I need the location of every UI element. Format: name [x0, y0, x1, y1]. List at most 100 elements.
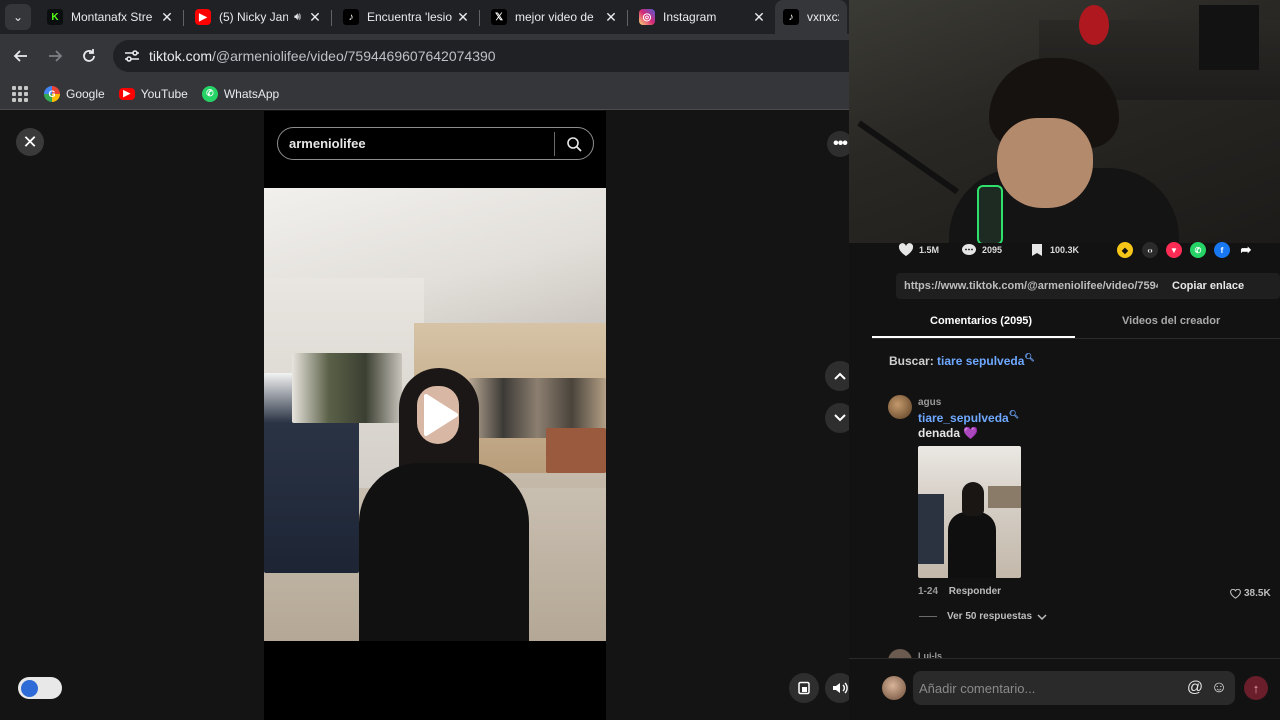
comment-like-button[interactable]: 38.5K — [1230, 588, 1271, 599]
bookmark-label: WhatsApp — [223, 86, 280, 101]
thumbnail-rack — [918, 494, 944, 564]
search-suggestion[interactable]: Buscar: tiare sepulveda🔍︎ — [889, 353, 1035, 368]
share-arrow-icon[interactable]: ➦ — [1238, 242, 1254, 258]
facebook-icon[interactable]: f — [1214, 242, 1230, 258]
bookmark-icon — [1029, 242, 1045, 258]
comment-input-row: Añadir comentario... @ ☺ ↑ — [849, 658, 1280, 720]
browser-tab[interactable]: K Montanafx Stre ✕ — [35, 1, 183, 33]
search-small-icon: 🔍︎ — [1008, 410, 1019, 419]
address-bar[interactable]: tiktok.com/@armeniolifee/video/759446960… — [113, 40, 873, 72]
whatsapp-icon[interactable]: ✆ — [1190, 242, 1206, 258]
instagram-icon: ◎ — [639, 9, 655, 25]
apps-grid-icon[interactable] — [10, 84, 30, 104]
heart-icon — [898, 242, 914, 258]
tiktok-icon: ♪ — [783, 9, 799, 25]
video-column: armeniolifee — [264, 111, 606, 720]
reply-button[interactable]: Responder — [949, 586, 1001, 597]
chevron-up-icon — [834, 372, 846, 380]
bookmark-youtube[interactable]: ▶ YouTube — [118, 86, 188, 101]
share-link-bar: https://www.tiktok.com/@armeniolifee/vid… — [896, 273, 1280, 299]
display-table — [546, 428, 606, 473]
screen: ⌄ K Montanafx Stre ✕ ▶ (5) Nicky Jan 🔊︎ … — [0, 0, 1280, 720]
bookmark-google[interactable]: G Google — [44, 85, 105, 102]
view-replies-label: Ver 50 respuestas — [947, 611, 1033, 622]
avatar[interactable] — [882, 676, 906, 700]
bookmark-whatsapp[interactable]: ✆ WhatsApp — [201, 85, 280, 102]
search-suggestion-query[interactable]: tiare sepulveda — [937, 354, 1024, 368]
mic-arm — [857, 120, 960, 195]
back-arrow-icon — [13, 50, 27, 62]
tab-close-icon[interactable]: ✕ — [751, 9, 767, 26]
browser-tab-active[interactable]: ♪ vxnxcxo — [775, 0, 847, 34]
browser-tab-bar: ⌄ K Montanafx Stre ✕ ▶ (5) Nicky Jan 🔊︎ … — [0, 0, 849, 34]
tab-creator-videos[interactable]: Videos del creador — [1122, 315, 1220, 327]
view-replies-button[interactable]: Ver 50 respuestas — [919, 611, 1047, 622]
comment-icon — [961, 242, 977, 258]
comments-stat[interactable]: 2095 — [961, 242, 1002, 258]
share-link-text[interactable]: https://www.tiktok.com/@armeniolifee/vid… — [896, 280, 1158, 292]
bookmark-label: Google — [66, 86, 105, 101]
copy-link-button[interactable]: Copiar enlace — [1158, 280, 1244, 292]
mention-text[interactable]: tiare_sepulveda — [918, 411, 1009, 425]
close-button[interactable]: ✕ — [16, 128, 44, 156]
volume-icon — [833, 682, 848, 694]
webcam-overlay — [849, 0, 1280, 243]
purple-heart-emoji: 💜 — [963, 426, 979, 440]
browser-toolbar: tiktok.com/@armeniolifee/video/759446960… — [0, 34, 873, 78]
tab-title: Montanafx Stre — [71, 10, 153, 24]
tab-title: vxnxcxo — [807, 10, 839, 24]
comment-body: denada — [918, 426, 961, 440]
saves-stat[interactable]: 100.3K — [1029, 242, 1079, 258]
likes-stat[interactable]: 1.5M — [898, 242, 939, 258]
post-comment-button[interactable]: ↑ — [1244, 676, 1268, 700]
floating-player-button[interactable] — [789, 673, 819, 703]
tab-close-icon[interactable]: ✕ — [159, 9, 175, 26]
comment-like-count: 38.5K — [1244, 588, 1271, 599]
bookmark-label: YouTube — [140, 86, 188, 101]
mention-icon[interactable]: @ — [1183, 676, 1207, 700]
reload-button[interactable] — [72, 39, 106, 73]
comment-username[interactable]: agus — [918, 397, 941, 408]
panel-tabs: Comentarios (2095) Videos del creador — [872, 309, 1280, 339]
browser-tab[interactable]: 𝕏 mejor video de ✕ — [479, 1, 627, 33]
play-icon[interactable] — [416, 392, 462, 438]
audio-playing-icon[interactable]: 🔊︎ — [294, 11, 301, 24]
youtube-icon: ▶ — [195, 9, 211, 25]
whatsapp-icon: ✆ — [201, 85, 218, 102]
send-to-friends-icon[interactable]: ▼ — [1166, 242, 1182, 258]
thumbnail-person — [948, 482, 996, 578]
comment-input-placeholder: Añadir comentario... — [919, 680, 1036, 696]
forward-arrow-icon — [49, 50, 63, 62]
tiktok-coin-icon[interactable]: ◆ — [1117, 242, 1133, 258]
reload-icon — [83, 49, 95, 62]
stats-row: 1.5M 2095 100.3K ◆ ‹› ▼ ✆ f ➦ — [849, 242, 1280, 258]
emoji-icon[interactable]: ☺ — [1207, 676, 1231, 700]
site-info-icon[interactable] — [123, 47, 141, 65]
avatar[interactable] — [888, 395, 912, 419]
search-icon[interactable] — [555, 136, 593, 152]
autoscroll-toggle[interactable] — [18, 677, 62, 699]
search-input[interactable]: armeniolifee — [277, 127, 594, 160]
browser-tab[interactable]: ◎ Instagram ✕ — [627, 1, 775, 33]
tab-search-button[interactable]: ⌄ — [5, 4, 31, 30]
tab-close-icon[interactable]: ✕ — [307, 9, 323, 26]
tab-close-icon[interactable]: ✕ — [455, 9, 471, 26]
browser-tab[interactable]: ▶ (5) Nicky Jan 🔊︎ ✕ — [183, 1, 331, 33]
comment-mention[interactable]: tiare_sepulveda🔍︎ — [918, 410, 1019, 425]
replies-divider — [919, 616, 937, 617]
tab-title: mejor video de — [515, 10, 594, 24]
comment-meta: 1-24 Responder — [918, 586, 1001, 597]
search-suggestion-label: Buscar: — [889, 354, 934, 368]
tab-comments[interactable]: Comentarios (2095) — [930, 315, 1032, 327]
comment-video-thumbnail[interactable] — [918, 446, 1021, 578]
microphone — [977, 185, 1003, 243]
back-button[interactable] — [4, 39, 38, 73]
forward-button[interactable] — [38, 39, 72, 73]
comments-count: 2095 — [982, 245, 1003, 255]
tiktok-video-viewer: ✕ armeniolifee ••• — [0, 111, 855, 720]
browser-tab[interactable]: ♪ Encuentra 'lesio ✕ — [331, 1, 479, 33]
comment-input[interactable]: Añadir comentario... @ ☺ — [913, 671, 1235, 705]
video-player[interactable] — [264, 188, 606, 641]
embed-code-icon[interactable]: ‹› — [1142, 242, 1158, 258]
tab-close-icon[interactable]: ✕ — [603, 9, 619, 26]
